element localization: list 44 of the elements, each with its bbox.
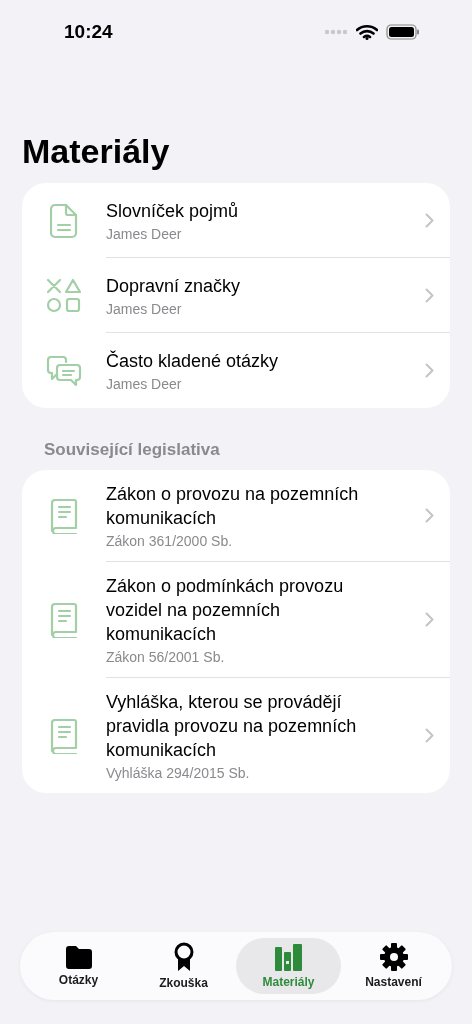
status-time: 10:24 — [64, 21, 113, 43]
row-subtitle: James Deer — [106, 376, 183, 392]
row-title: Zákon o podmínkách provozu vozidel na pozemních komunikacích — [106, 575, 345, 646]
folder-icon — [63, 945, 94, 969]
document-icon — [50, 202, 78, 239]
chevron-icon — [425, 212, 434, 228]
chat-bubbles-icon — [46, 354, 82, 387]
books-icon — [273, 943, 304, 971]
book-icon — [50, 602, 78, 638]
list-row[interactable]: Zákon o provozu na pozemních komunikacích Zákon 361/2000 Sb. — [22, 470, 450, 562]
row-title: Dopravní značky — [106, 274, 242, 298]
chevron-icon — [425, 363, 434, 378]
row-subtitle: James Deer — [106, 300, 183, 317]
list-row[interactable]: Zákon o podmínkách provozu vozidel na pozemních komunikacích Zákon 56/2001 Sb. — [22, 562, 450, 678]
tab[interactable]: Zkouška — [131, 938, 236, 994]
ribbon-badge-icon — [172, 942, 195, 972]
row-subtitle: James Deer — [106, 225, 183, 242]
row-subtitle: Zákon 56/2001 Sb. — [106, 649, 226, 665]
chevron-icon — [425, 287, 434, 303]
settings-icon — [379, 943, 408, 971]
list-row[interactable]: Často kladené otázky James Deer — [22, 333, 450, 408]
list-row[interactable]: Vyhláška, kterou se provádějí pravidla provozu na pozemních komunikacích Vyhláška 294/2015 Sb. — [22, 678, 450, 793]
book-icon — [50, 717, 78, 754]
row-title: Slovníček pojmů — [106, 199, 240, 223]
tab[interactable]: Nastavení — [341, 938, 446, 994]
chevron-icon — [425, 508, 434, 523]
book-icon — [50, 498, 78, 534]
list-row[interactable]: Slovníček pojmů James Deer — [22, 183, 450, 258]
tab[interactable]: Materiály — [236, 938, 341, 994]
row-title: Často kladené otázky — [106, 349, 280, 373]
list-row[interactable]: Dopravní značky James Deer — [22, 258, 450, 333]
page-title: Materiály — [22, 132, 171, 171]
battery-icon — [386, 24, 420, 40]
tab[interactable]: Otázky — [26, 938, 131, 994]
row-subtitle: Zákon 361/2000 Sb. — [106, 533, 234, 549]
chevron-icon — [425, 728, 434, 743]
row-subtitle: Vyhláška 294/2015 Sb. — [106, 765, 251, 781]
row-title: Vyhláška, kterou se provádějí pravidla provozu na pozemních komunikacích — [106, 691, 358, 762]
signal-icon — [324, 29, 348, 35]
shapes-icon — [46, 277, 82, 314]
chevron-icon — [425, 612, 434, 627]
section-header: Související legislativa — [44, 440, 221, 460]
wifi-icon — [356, 24, 378, 40]
row-title: Zákon o provozu na pozemních komunikacích — [106, 483, 360, 530]
